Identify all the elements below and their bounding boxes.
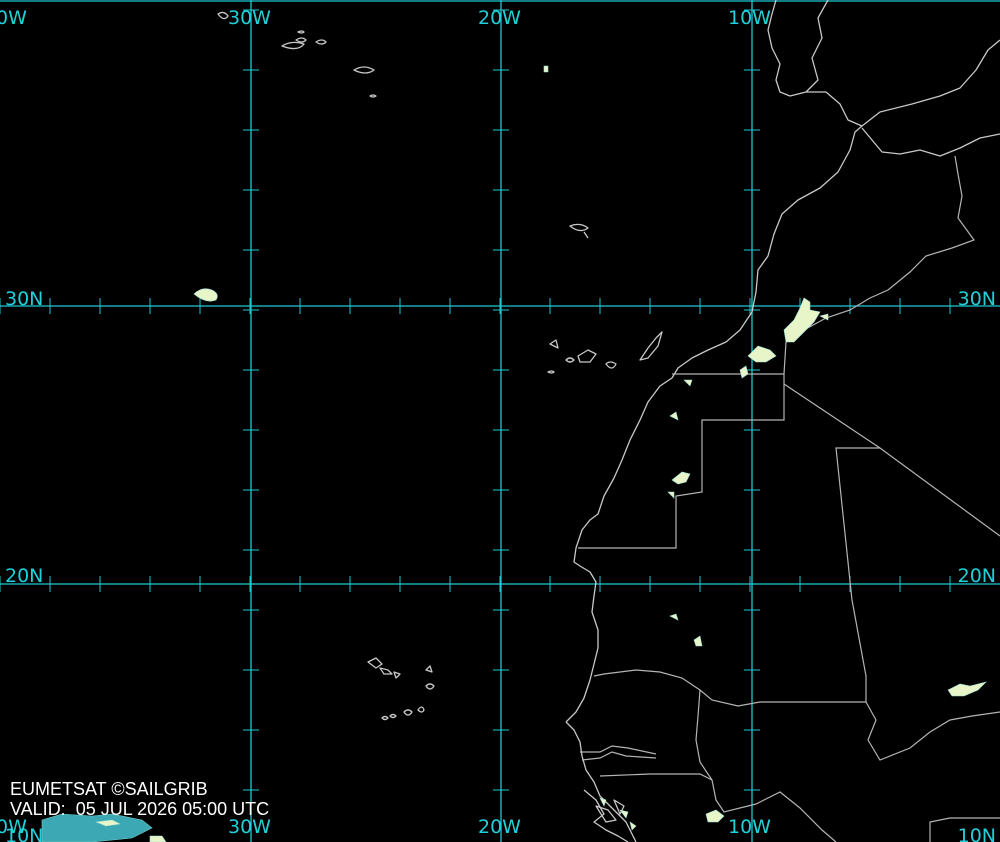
left-lat-label: 30N: [5, 288, 43, 310]
right-lat-label: 10N: [958, 825, 996, 842]
source-credit: EUMETSAT ©SAILGRIB: [10, 779, 208, 799]
right-lat-label: 30N: [958, 288, 996, 310]
bottom-lon-label: 20W: [478, 816, 521, 838]
left-lat-label: 20N: [5, 565, 43, 587]
image-credit: EUMETSAT ©SAILGRIB VALID: 05 JUL 2026 05…: [10, 779, 269, 819]
valid-time: 05 JUL 2026 05:00 UTC: [75, 799, 270, 819]
map-background: [0, 0, 1000, 842]
left-lat-label: 10N: [5, 825, 43, 842]
top-lon-label: 10W: [728, 7, 771, 29]
satellite-map: 0W 30W 20W 10W 0W 30W 20W 10W 30N 20N 10…: [0, 0, 1000, 842]
bottom-lon-label: 10W: [728, 816, 771, 838]
top-lon-label: 30W: [228, 7, 271, 29]
valid-prefix: VALID:: [10, 799, 66, 819]
bottom-lon-label: 30W: [228, 816, 271, 838]
right-lat-label: 20N: [958, 565, 996, 587]
cloud-patch: [543, 65, 549, 73]
top-lon-label: 0W: [0, 7, 27, 29]
top-lon-label: 20W: [478, 7, 521, 29]
